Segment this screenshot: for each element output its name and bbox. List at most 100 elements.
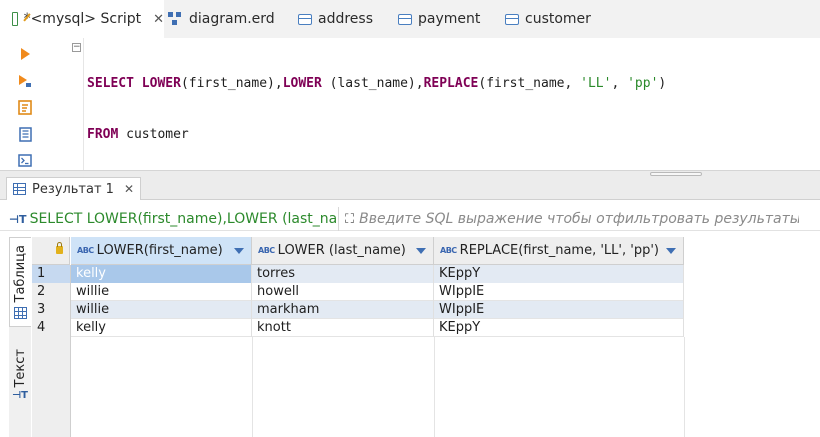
sql-token: 'pp' [627, 76, 659, 91]
text-type-icon: ABC [440, 246, 457, 255]
filter-input[interactable] [359, 211, 800, 227]
tab-payment[interactable]: payment [398, 0, 480, 38]
explain-plan-icon[interactable] [17, 99, 33, 115]
grid-icon [13, 183, 26, 195]
sql-token: (first_name, [478, 76, 581, 91]
query-text: SELECT LOWER(first_name),LOWER (last_nar [29, 211, 339, 227]
sql-token: SELECT [87, 76, 134, 91]
table-cell[interactable]: kelly [71, 319, 252, 337]
sql-token: ) [658, 76, 667, 91]
execute-script-icon[interactable] [17, 73, 33, 89]
editor-tab-bar: *<mysql> Script ✕ diagram.erd address pa… [0, 0, 820, 38]
fold-ruler: − [70, 38, 84, 170]
editor-toolbar [0, 38, 40, 170]
row-number[interactable]: 3 [32, 301, 71, 319]
lock-icon [56, 242, 63, 254]
table-cell[interactable]: kelly [71, 265, 252, 283]
result-grid[interactable]: ABC LOWER(first_name) ABC LOWER (last_na… [32, 237, 820, 437]
tab-result-1[interactable]: Результат 1 ✕ [6, 177, 141, 200]
column-header[interactable]: ABC LOWER (last_name) [252, 237, 434, 265]
table-cell[interactable]: willie [71, 283, 252, 301]
table-cell[interactable]: markham [252, 301, 434, 319]
tab-text-view[interactable]: Текст ⊣T [9, 335, 31, 415]
grid-icon [14, 306, 27, 319]
sql-query-icon: ⊣T [9, 212, 27, 226]
sort-arrow-icon[interactable] [666, 248, 676, 254]
filter-bar: ⊣T SELECT LOWER(first_name),LOWER (last_… [0, 207, 820, 231]
sort-arrow-icon[interactable] [234, 248, 244, 254]
text-view-icon: ⊣T [12, 390, 28, 402]
table-cell[interactable]: WIppIE [434, 283, 684, 301]
tab-label: customer [525, 11, 591, 27]
filter-field[interactable]: ⛶ [345, 207, 815, 231]
tab-address[interactable]: address [298, 0, 373, 38]
table-cell[interactable]: howell [252, 283, 434, 301]
tab-label: diagram.erd [189, 11, 275, 27]
query-text-link[interactable]: ⊣T SELECT LOWER(first_name),LOWER (last_… [9, 207, 339, 231]
output-console-icon[interactable] [17, 152, 33, 168]
sql-token: (first_name), [180, 76, 283, 91]
text-type-icon: ABC [258, 246, 275, 255]
table-cell[interactable]: WIppIE [434, 301, 684, 319]
result-view-switcher: Таблица Текст ⊣T [9, 237, 31, 437]
column-header-label: REPLACE(first_name, 'LL', 'pp') [459, 243, 659, 258]
load-history-icon[interactable] [17, 126, 33, 142]
tab-mysql-script[interactable]: *<mysql> Script ✕ [0, 0, 164, 38]
execute-statement-icon[interactable] [17, 46, 33, 62]
erd-diagram-icon [168, 12, 183, 26]
table-cell[interactable]: willie [71, 301, 252, 319]
table-row[interactable]: 2 willie howell WIppIE [32, 283, 684, 301]
column-header-label: LOWER(first_name) [96, 243, 223, 258]
tab-diagram-erd[interactable]: diagram.erd [168, 0, 275, 38]
column-header[interactable]: ABC REPLACE(first_name, 'LL', 'pp') [434, 237, 684, 265]
table-cell[interactable]: torres [252, 265, 434, 283]
close-icon[interactable]: ✕ [124, 182, 134, 196]
close-icon[interactable]: ✕ [153, 12, 164, 27]
tab-label: *<mysql> Script [23, 11, 142, 27]
row-number-gutter [32, 337, 71, 437]
tab-label: address [318, 11, 374, 27]
sql-token: LOWER [141, 76, 181, 91]
sql-line-1: SELECT LOWER(first_name),LOWER (last_nam… [87, 75, 666, 92]
sql-token: customer [118, 127, 189, 142]
sql-line-2: FROM customer [87, 126, 666, 143]
sql-token: FROM [87, 127, 119, 142]
grid-line [252, 337, 253, 437]
table-cell[interactable]: knott [252, 319, 434, 337]
tab-label: Результат 1 [32, 181, 114, 197]
tab-text-label: Текст [12, 348, 28, 388]
table-row[interactable]: 4 kelly knott KEppY [32, 319, 684, 337]
sql-token: (last_name), [321, 76, 424, 91]
tab-label: payment [418, 11, 481, 27]
row-number[interactable]: 2 [32, 283, 71, 301]
tab-table-view[interactable]: Таблица [9, 237, 31, 327]
sql-token: , [611, 76, 628, 91]
column-header[interactable]: ABC LOWER(first_name) [71, 237, 252, 265]
text-type-icon: ABC [77, 246, 94, 255]
results-tab-bar: Результат 1 ✕ [0, 176, 820, 200]
fold-collapse-icon[interactable]: − [72, 43, 81, 52]
table-row[interactable]: 1 kelly torres KEppY [32, 265, 684, 283]
row-number[interactable]: 1 [32, 265, 71, 283]
sql-script-icon [12, 12, 18, 26]
row-number[interactable]: 4 [32, 319, 71, 337]
grid-line [684, 337, 685, 437]
sql-token: LOWER [282, 76, 322, 91]
grid-line [434, 337, 435, 437]
column-header-label: LOWER (last_name) [277, 243, 406, 258]
row-header-corner [32, 237, 70, 265]
sort-arrow-icon[interactable] [416, 248, 426, 254]
sql-editor[interactable]: − SELECT LOWER(first_name),LOWER (last_n… [0, 38, 820, 193]
sql-token: REPLACE [423, 76, 479, 91]
table-icon [505, 13, 519, 25]
sql-token: 'LL' [580, 76, 612, 91]
table-icon [298, 13, 312, 25]
table-row[interactable]: 3 willie markham WIppIE [32, 301, 684, 319]
table-cell[interactable]: KEppY [434, 319, 684, 337]
tab-table-label: Таблица [13, 245, 28, 303]
table-cell[interactable]: KEppY [434, 265, 684, 283]
table-icon [398, 13, 412, 25]
tab-customer[interactable]: customer [505, 0, 591, 38]
expand-icon[interactable]: ⛶ [345, 212, 354, 227]
